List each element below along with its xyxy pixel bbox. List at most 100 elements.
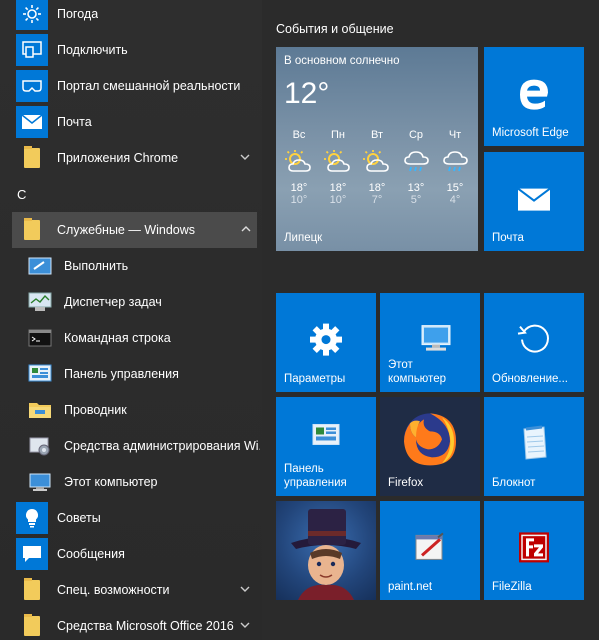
- day-name: Чт: [448, 129, 462, 141]
- sun-icon: [16, 0, 48, 30]
- group-title[interactable]: События и общение: [276, 22, 394, 36]
- firefox-icon: [404, 412, 456, 465]
- app-item-weather[interactable]: Погода: [0, 0, 262, 32]
- chevron-up-icon[interactable]: [239, 222, 253, 236]
- settings-tile[interactable]: Параметры: [276, 293, 376, 392]
- app-item-label: Сообщения: [57, 547, 125, 561]
- task-manager-icon: [24, 286, 56, 318]
- lightbulb-icon: [16, 502, 48, 534]
- app-item-admin-tools[interactable]: Средства администрирования Wi...: [0, 428, 262, 464]
- partly-cloudy-icon: [319, 146, 357, 178]
- section-letter[interactable]: С: [17, 187, 26, 202]
- edge-tile[interactable]: Microsoft Edge: [484, 47, 584, 146]
- chevron-down-icon[interactable]: [238, 618, 252, 632]
- forecast-day: Чт 15° 4°: [436, 129, 474, 206]
- app-item-office-tools[interactable]: Средства Microsoft Office 2016: [0, 608, 262, 640]
- app-item-control-panel[interactable]: Панель управления: [0, 356, 262, 392]
- app-item-this-pc[interactable]: Этот компьютер: [0, 464, 262, 500]
- app-item-connect[interactable]: Подключить: [0, 32, 262, 68]
- control-panel-icon: [24, 358, 56, 390]
- day-high: 15°: [446, 182, 464, 194]
- day-low: 5°: [410, 194, 422, 206]
- app-item-mixed-reality[interactable]: Портал смешанной реальности: [0, 68, 262, 104]
- tile-label: Обновление...: [492, 373, 568, 385]
- weather-condition: В основном солнечно: [284, 55, 400, 67]
- filezilla-tile[interactable]: FileZilla: [484, 501, 584, 600]
- day-high: 18°: [329, 182, 347, 194]
- message-icon: [16, 538, 48, 570]
- weather-city: Липецк: [284, 232, 323, 244]
- app-item-label: Приложения Chrome: [57, 151, 179, 165]
- paintnet-tile[interactable]: paint.net: [380, 501, 480, 600]
- app-item-task-manager[interactable]: Диспетчер задач: [0, 284, 262, 320]
- this-pc-tile[interactable]: Этот компьютер: [380, 293, 480, 392]
- mail-tile[interactable]: Почта: [484, 152, 584, 251]
- firefox-tile[interactable]: Firefox: [380, 397, 480, 496]
- app-item-label: Панель управления: [64, 367, 179, 381]
- command-prompt-icon: [24, 322, 56, 354]
- mail-icon: [16, 106, 48, 138]
- tile-label: Панель управления: [284, 463, 347, 489]
- day-name: Ср: [408, 129, 424, 141]
- app-item-tips[interactable]: Советы: [0, 500, 262, 536]
- gear-icon: [310, 323, 342, 356]
- control-panel-icon: [312, 423, 340, 445]
- app-item-label: Портал смешанной реальности: [57, 79, 241, 93]
- folder-icon: [16, 574, 48, 606]
- app-item-label: Служебные — Windows: [57, 223, 196, 237]
- day-name: Вт: [370, 129, 383, 141]
- forecast-day: Вт 18° 7°: [358, 129, 396, 206]
- day-high: 13°: [407, 182, 425, 194]
- tiles-area: События и общение В основном солнечно 12…: [262, 0, 599, 640]
- app-item-command-prompt[interactable]: Командная строка: [0, 320, 262, 356]
- tile-label: Блокнот: [492, 477, 536, 489]
- app-list: Погода Подключить Портал смешанной реаль…: [0, 0, 262, 640]
- app-item-label: Подключить: [57, 43, 128, 57]
- tile-label: FileZilla: [492, 581, 532, 593]
- folder-icon: [16, 610, 48, 640]
- app-item-label: Погода: [57, 7, 99, 21]
- partly-cloudy-icon: [280, 146, 318, 178]
- notepad-tile[interactable]: Блокнот: [484, 397, 584, 496]
- mixed-reality-icon: [16, 70, 48, 102]
- folder-icon: [16, 214, 48, 246]
- chevron-down-icon[interactable]: [238, 150, 252, 164]
- updates-tile[interactable]: Обновление...: [484, 293, 584, 392]
- edge-icon: [520, 79, 548, 110]
- app-item-run[interactable]: Выполнить: [0, 248, 262, 284]
- tile-label: paint.net: [388, 581, 433, 593]
- chevron-down-icon[interactable]: [238, 582, 252, 596]
- rain-icon: [397, 146, 435, 178]
- notepad-icon: [523, 425, 547, 460]
- app-item-mail[interactable]: Почта: [0, 104, 262, 140]
- control-panel-tile[interactable]: Панель управления: [276, 397, 376, 496]
- forecast-day: Ср 13° 5°: [397, 129, 435, 206]
- game-tile[interactable]: [276, 501, 376, 600]
- explorer-icon: [24, 394, 56, 426]
- app-folder-windows-accessories[interactable]: Служебные — Windows: [12, 212, 257, 248]
- app-item-label: Проводник: [64, 403, 127, 417]
- day-name: Вс: [292, 129, 306, 141]
- run-icon: [24, 250, 56, 282]
- computer-icon: [421, 324, 451, 351]
- day-low: 7°: [371, 194, 383, 206]
- app-item-messages[interactable]: Сообщения: [0, 536, 262, 572]
- refresh-icon: [517, 324, 549, 353]
- day-low: 4°: [449, 194, 461, 206]
- mail-icon: [517, 187, 551, 211]
- app-item-chrome-apps[interactable]: Приложения Chrome: [0, 140, 262, 176]
- tile-label: Параметры: [284, 373, 346, 385]
- connect-icon: [16, 34, 48, 66]
- tile-label: Firefox: [388, 477, 424, 489]
- weather-tile[interactable]: В основном солнечно 12° Вс 18° 10° Пн 18…: [276, 47, 478, 251]
- app-item-label: Выполнить: [64, 259, 129, 273]
- forecast-day: Пн 18° 10°: [319, 129, 357, 206]
- tile-label: Microsoft Edge: [492, 127, 569, 139]
- app-item-accessibility[interactable]: Спец. возможности: [0, 572, 262, 608]
- day-high: 18°: [368, 182, 386, 194]
- app-item-explorer[interactable]: Проводник: [0, 392, 262, 428]
- day-low: 10°: [329, 194, 347, 206]
- rain-icon: [436, 146, 474, 178]
- filezilla-icon: [519, 531, 549, 562]
- paintnet-icon: [415, 532, 444, 560]
